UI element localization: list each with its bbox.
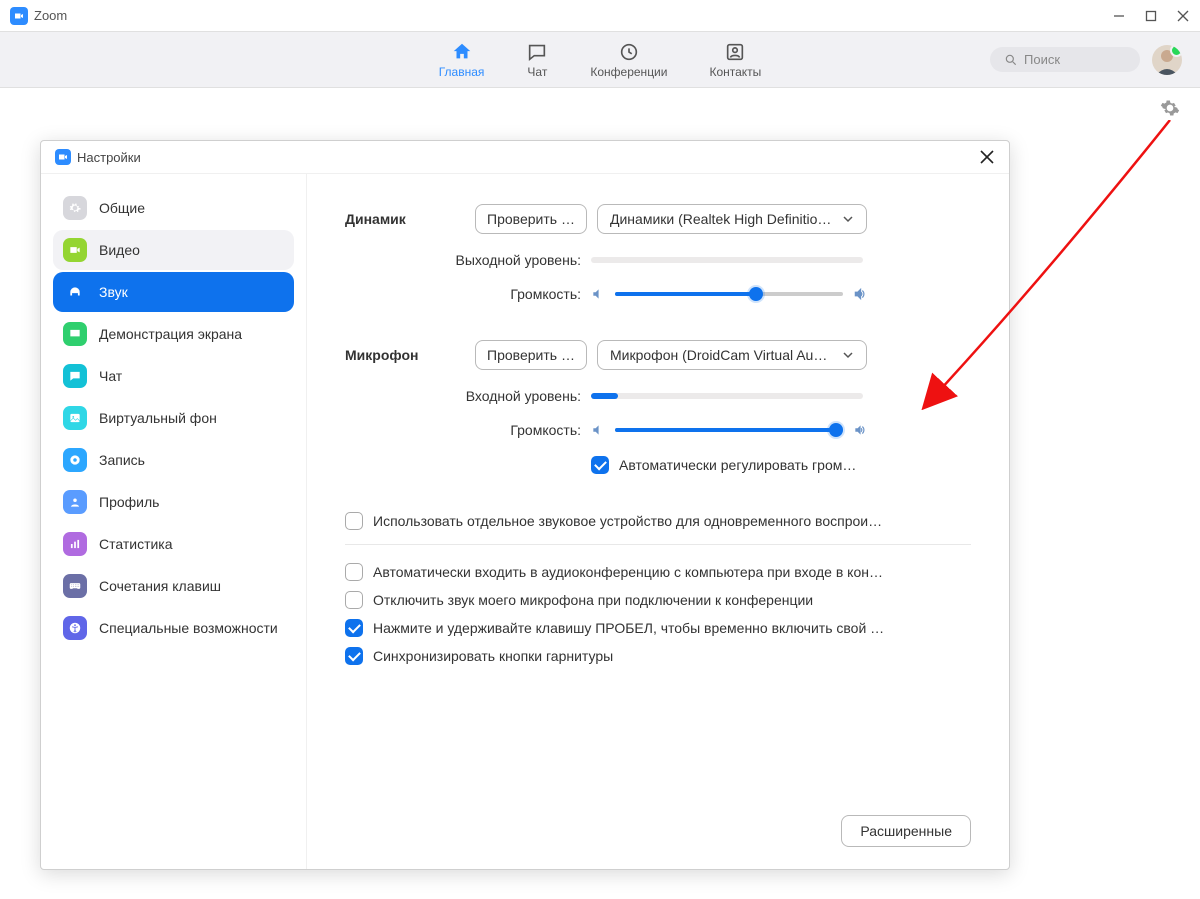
input-level-label: Входной уровень: [345, 388, 591, 404]
sidebar-item-vbg[interactable]: Виртуальный фон [53, 398, 294, 438]
nav-tab-contacts[interactable]: Контакты [709, 41, 761, 79]
sidebar-item-label: Видео [99, 242, 140, 258]
sidebar-item-label: Виртуальный фон [99, 410, 217, 426]
sidebar-item-video[interactable]: Видео [53, 230, 294, 270]
search-input[interactable]: Поиск [990, 47, 1140, 72]
close-icon[interactable] [979, 149, 995, 165]
settings-dialog: Настройки Общие Видео Звук Демонстрация экр… [40, 140, 1010, 870]
zoom-logo-icon [55, 149, 71, 165]
nav-tab-label: Чат [527, 65, 547, 79]
window-minimize-button[interactable] [1112, 9, 1126, 23]
nav-tab-label: Контакты [709, 65, 761, 79]
sidebar-item-label: Запись [99, 452, 145, 468]
avatar[interactable] [1152, 45, 1182, 75]
sidebar-item-label: Общие [99, 200, 145, 216]
home-icon [451, 41, 473, 63]
speaker-section-label: Динамик [345, 211, 475, 227]
volume-high-icon [853, 287, 867, 301]
video-icon [63, 238, 87, 262]
person-icon [63, 490, 87, 514]
contacts-icon [724, 41, 746, 63]
option-3-label: Нажмите и удерживайте клавишу ПРОБЕЛ, чт… [373, 620, 884, 636]
a11y-icon [63, 616, 87, 640]
chevron-down-icon [842, 213, 854, 225]
settings-content: Динамик Проверить … Динамики (Realtek Hi… [307, 174, 1009, 869]
search-placeholder: Поиск [1024, 52, 1060, 67]
speaker-device-dropdown[interactable]: Динамики (Realtek High Definitio… [597, 204, 867, 234]
option-0-checkbox[interactable] [345, 512, 363, 530]
volume-low-icon [591, 423, 605, 437]
sidebar-item-audio[interactable]: Звук [53, 272, 294, 312]
option-1-checkbox[interactable] [345, 563, 363, 581]
speaker-device-value: Динамики (Realtek High Definitio… [610, 211, 831, 227]
divider [345, 544, 971, 545]
sidebar-item-chat[interactable]: Чат [53, 356, 294, 396]
output-level-label: Выходной уровень: [345, 252, 591, 268]
sidebar-item-label: Специальные возможности [99, 620, 278, 636]
chat-icon [526, 41, 548, 63]
nav-tab-label: Конференции [590, 65, 667, 79]
sidebar-item-label: Сочетания клавиш [99, 578, 221, 594]
gear-icon [63, 196, 87, 220]
window-maximize-button[interactable] [1144, 9, 1158, 23]
option-1-label: Автоматически входить в аудиоконференцию… [373, 564, 883, 580]
dialog-title: Настройки [77, 150, 141, 165]
search-icon [1004, 53, 1018, 67]
option-0-label: Использовать отдельное звуковое устройст… [373, 513, 882, 529]
auto-adjust-volume-checkbox[interactable] [591, 456, 609, 474]
sidebar-item-label: Звук [99, 284, 128, 300]
mic-volume-slider[interactable] [615, 428, 843, 432]
volume-low-icon [591, 287, 605, 301]
sidebar-item-general[interactable]: Общие [53, 188, 294, 228]
window-titlebar: Zoom [0, 0, 1200, 32]
share-icon [63, 322, 87, 346]
speaker-volume-slider[interactable] [615, 292, 843, 296]
stats-icon [63, 532, 87, 556]
speaker-output-level-meter [591, 257, 863, 263]
sidebar-item-stats[interactable]: Статистика [53, 524, 294, 564]
nav-tab-clock[interactable]: Конференции [590, 41, 667, 79]
sidebar-item-label: Профиль [99, 494, 159, 510]
clock-icon [618, 41, 640, 63]
mic-device-dropdown[interactable]: Микрофон (DroidCam Virtual Au… [597, 340, 867, 370]
top-nav: Главная Чат Конференции Контакты Поиск [0, 32, 1200, 88]
option-3-checkbox[interactable] [345, 619, 363, 637]
sidebar-item-label: Демонстрация экрана [99, 326, 242, 342]
mic-device-value: Микрофон (DroidCam Virtual Au… [610, 347, 827, 363]
sidebar-item-recording[interactable]: Запись [53, 440, 294, 480]
nav-tab-chat[interactable]: Чат [526, 41, 548, 79]
test-speaker-button[interactable]: Проверить … [475, 204, 587, 234]
option-2-label: Отключить звук моего микрофона при подкл… [373, 592, 813, 608]
mic-volume-label: Громкость: [345, 422, 591, 438]
option-4-checkbox[interactable] [345, 647, 363, 665]
sidebar-item-profile[interactable]: Профиль [53, 482, 294, 522]
sidebar-item-shortcuts[interactable]: Сочетания клавиш [53, 566, 294, 606]
image-icon [63, 406, 87, 430]
volume-high-icon [853, 423, 867, 437]
sidebar-item-label: Статистика [99, 536, 173, 552]
test-mic-button[interactable]: Проверить … [475, 340, 587, 370]
settings-sidebar: Общие Видео Звук Демонстрация экрана Чат Вирт… [41, 174, 307, 869]
advanced-button[interactable]: Расширенные [841, 815, 971, 847]
headphones-icon [63, 280, 87, 304]
mic-input-level-meter [591, 393, 863, 399]
speaker-volume-label: Громкость: [345, 286, 591, 302]
nav-tab-label: Главная [439, 65, 485, 79]
mic-section-label: Микрофон [345, 347, 475, 363]
chevron-down-icon [842, 349, 854, 361]
window-title: Zoom [34, 8, 67, 23]
keyboard-icon [63, 574, 87, 598]
option-2-checkbox[interactable] [345, 591, 363, 609]
sidebar-item-label: Чат [99, 368, 122, 384]
option-4-label: Синхронизировать кнопки гарнитуры [373, 648, 613, 664]
chat-icon [63, 364, 87, 388]
sidebar-item-a11y[interactable]: Специальные возможности [53, 608, 294, 648]
nav-tab-home[interactable]: Главная [439, 41, 485, 79]
window-close-button[interactable] [1176, 9, 1190, 23]
record-icon [63, 448, 87, 472]
gear-icon[interactable] [1160, 98, 1180, 118]
zoom-logo-icon [10, 7, 28, 25]
sidebar-item-share[interactable]: Демонстрация экрана [53, 314, 294, 354]
auto-adjust-label: Автоматически регулировать гром… [619, 457, 856, 473]
